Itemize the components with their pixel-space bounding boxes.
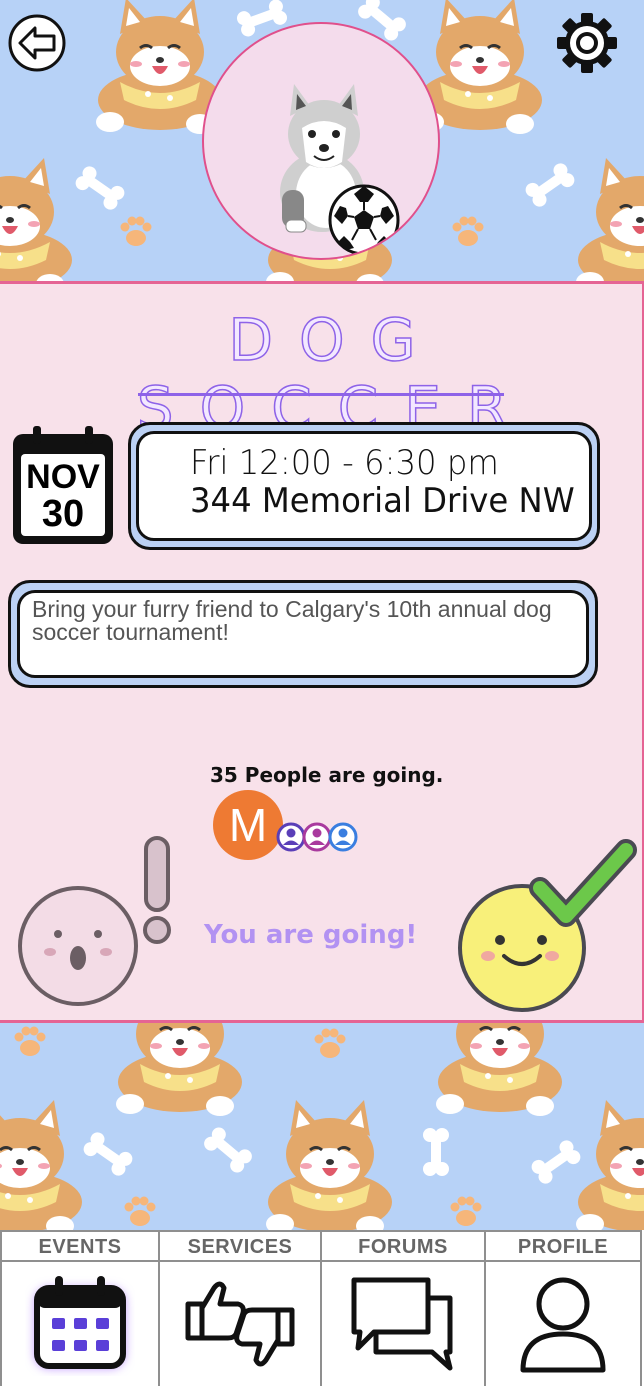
surprised-face-icon bbox=[18, 836, 171, 1006]
husky-soccer-icon bbox=[280, 84, 400, 256]
person-icon bbox=[328, 822, 358, 852]
settings-button[interactable] bbox=[554, 10, 620, 76]
happy-face-check-icon bbox=[458, 839, 637, 1012]
event-time: Fri 12:00 - 6:30 pm bbox=[190, 443, 499, 483]
event-address: 344 Memorial Drive NW bbox=[190, 481, 575, 521]
event-description: Bring your furry friend to Calgary's 10t… bbox=[32, 596, 552, 645]
event-day: 30 bbox=[41, 493, 85, 535]
nav-events[interactable]: EVENTS bbox=[0, 1230, 160, 1386]
nav-services-label: SERVICES bbox=[158, 1230, 322, 1262]
not-going-button[interactable] bbox=[16, 834, 176, 1010]
gear-icon bbox=[557, 13, 617, 73]
going-status: You are going! bbox=[204, 920, 418, 950]
nav-profile-label: PROFILE bbox=[484, 1230, 642, 1262]
nav-services[interactable]: SERVICES bbox=[158, 1230, 322, 1386]
bottom-nav: EVENTS SERVICES FORUMS PROFILE bbox=[0, 1230, 644, 1386]
thumbs-icon bbox=[185, 1281, 295, 1367]
nav-forums[interactable]: FORUMS bbox=[320, 1230, 486, 1386]
calendar-icon bbox=[34, 1276, 126, 1369]
event-image bbox=[202, 22, 440, 260]
chat-bubbles-icon bbox=[351, 1277, 453, 1371]
event-month: NOV bbox=[26, 458, 100, 496]
nav-profile[interactable]: PROFILE bbox=[484, 1230, 642, 1386]
back-arrow-icon bbox=[8, 14, 66, 72]
bottom-pattern-background bbox=[0, 1022, 644, 1230]
title-underline bbox=[138, 393, 504, 396]
nav-forums-label: FORUMS bbox=[320, 1230, 486, 1262]
back-button[interactable] bbox=[8, 14, 66, 72]
going-button[interactable] bbox=[456, 836, 638, 1018]
user-icon bbox=[520, 1277, 606, 1373]
nav-events-label: EVENTS bbox=[0, 1230, 160, 1262]
attendee-count: 35 People are going. bbox=[210, 763, 444, 787]
attendee-avatar[interactable]: M bbox=[213, 790, 283, 860]
